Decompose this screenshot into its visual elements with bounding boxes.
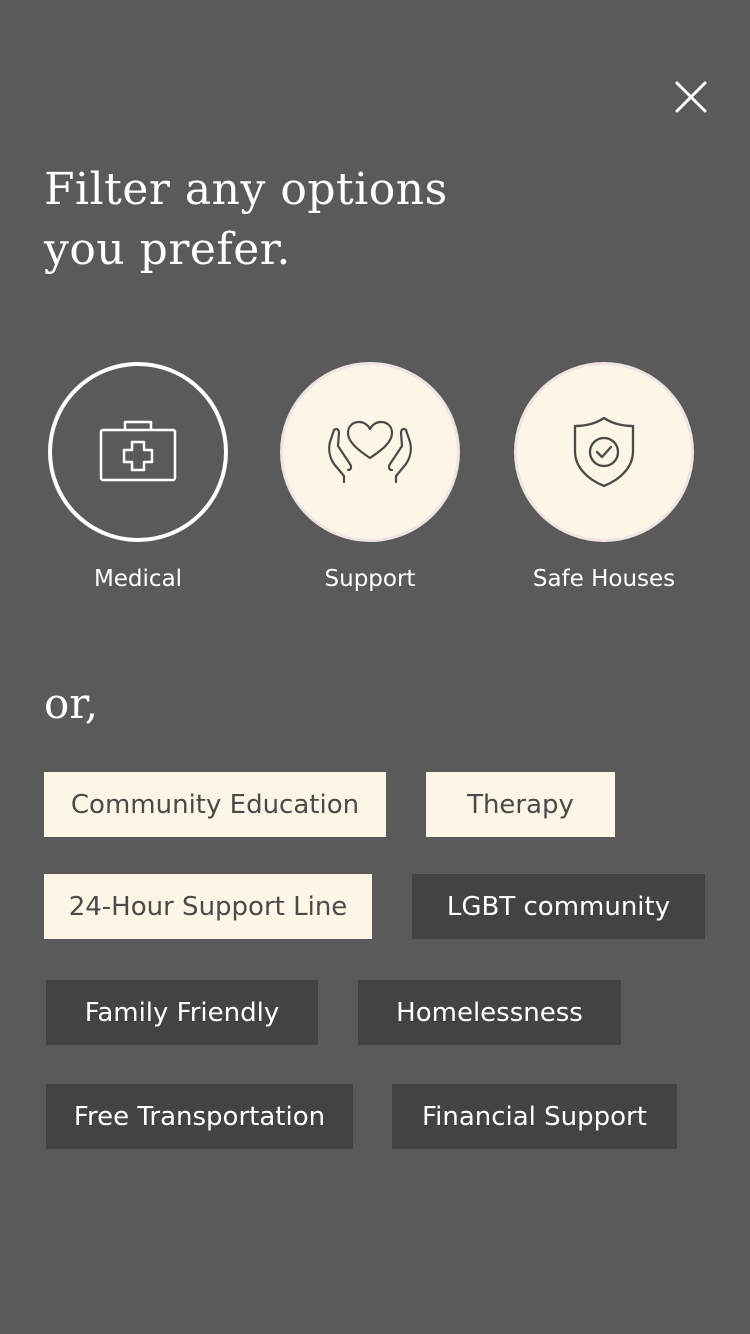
tag-community-education[interactable]: Community Education [44,772,386,837]
tag-therapy[interactable]: Therapy [426,772,615,837]
close-button[interactable] [670,76,712,118]
category-safe-houses[interactable]: Safe Houses [514,362,694,594]
category-medical-circle [48,362,228,542]
tag-lgbt-community[interactable]: LGBT community [412,874,705,939]
tag-homelessness[interactable]: Homelessness [358,980,621,1045]
shield-check-icon [573,416,635,488]
title-line-1: Filter any options [44,164,448,215]
page-title: Filter any options you prefer. [44,160,504,280]
category-support[interactable]: Support [280,362,460,594]
category-support-label: Support [324,566,416,592]
close-icon [675,81,707,113]
tag-financial-support[interactable]: Financial Support [392,1084,677,1149]
category-support-circle [280,362,460,542]
or-divider-label: or, [44,679,99,728]
title-line-2: you prefer. [44,224,291,275]
category-medical-label: Medical [93,566,183,592]
medical-kit-icon [99,420,177,482]
tag-family-friendly[interactable]: Family Friendly [46,980,318,1045]
tag-free-transportation[interactable]: Free Transportation [46,1084,353,1149]
category-safe-houses-label: Safe Houses [532,566,676,592]
category-medical[interactable]: Medical [48,362,228,594]
tag-24-hour-support-line[interactable]: 24-Hour Support Line [44,874,372,939]
heart-hands-icon [328,420,412,484]
category-safe-houses-circle [514,362,694,542]
